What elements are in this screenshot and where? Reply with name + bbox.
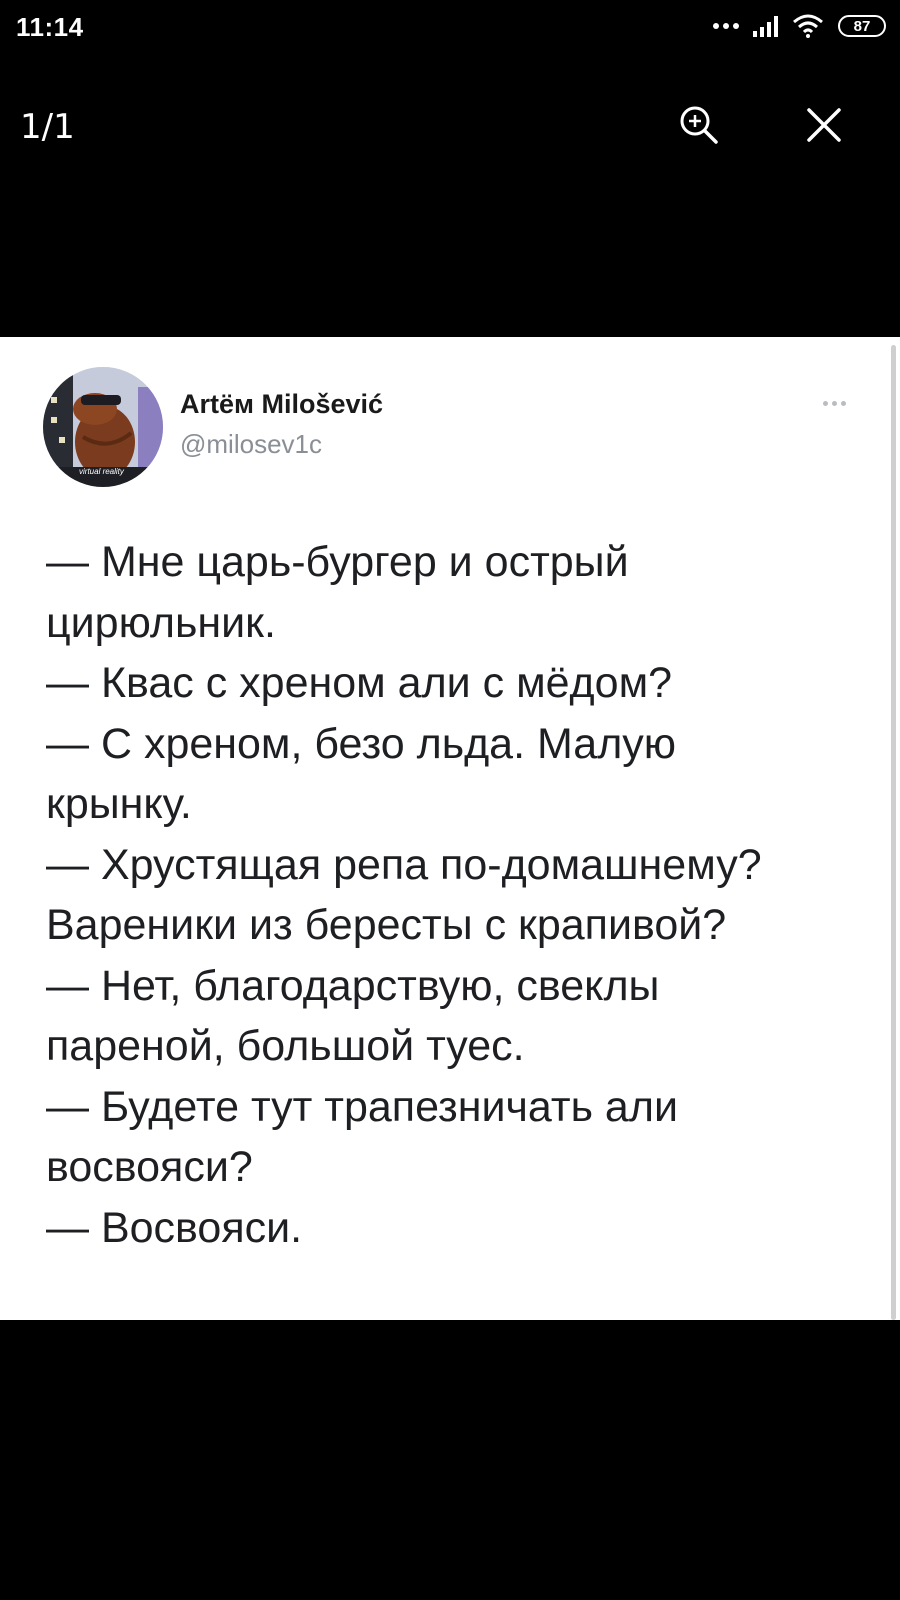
scroll-indicator xyxy=(891,345,896,1320)
close-button[interactable] xyxy=(800,101,848,149)
tweet-line: — Хрустящая репа по-домашнему? xyxy=(46,840,762,889)
tweet-line: — Мне царь-бургер и острый xyxy=(46,538,629,586)
battery-icon: 87 xyxy=(838,15,886,37)
tweet-line: Вареники из бересты с крапивой? xyxy=(46,901,727,949)
close-icon xyxy=(807,108,841,142)
viewer-toolbar: 1/1 xyxy=(0,95,900,165)
tweet-text: — Мне царь-бургер и острый цирюльник. — … xyxy=(46,532,876,1258)
page-counter: 1/1 xyxy=(20,107,75,147)
wifi-icon xyxy=(793,14,823,38)
tweet-line: — Будете тут трапезничать али xyxy=(46,1082,678,1131)
status-bar: 11:14 87 xyxy=(0,0,900,60)
more-options-icon xyxy=(823,401,846,406)
tweet-line: пареной, большой туес. xyxy=(46,1022,525,1070)
battery-level: 87 xyxy=(853,17,871,35)
tweet-line: — Нет, благодарствую, свеклы xyxy=(46,961,660,1010)
tweet-line: крынку. xyxy=(46,780,192,828)
zoom-button[interactable] xyxy=(675,101,723,149)
author-handle: @milosev1c xyxy=(180,429,322,459)
tweet-line: цирюльник. xyxy=(46,598,276,647)
zoom-in-icon xyxy=(680,106,718,144)
image-viewer-screen: 11:14 87 1/1 virtual reality Artём Miloš… xyxy=(0,0,900,1600)
tweet-image[interactable]: virtual reality Artём Milošević @milosev… xyxy=(0,337,900,1320)
cellular-signal-icon xyxy=(753,15,778,37)
tweet-line: — Восвояси. xyxy=(46,1203,303,1252)
tweet-line: восвояси? xyxy=(46,1143,253,1191)
avatar-caption: virtual reality xyxy=(79,467,124,476)
avatar: virtual reality xyxy=(43,367,163,487)
signal-dots-icon xyxy=(713,23,739,29)
status-time: 11:14 xyxy=(16,12,84,42)
tweet-line: — Квас с хреном али с мёдом? xyxy=(46,659,673,707)
status-icons: 87 xyxy=(713,14,886,38)
author-name: Artём Milošević xyxy=(180,389,384,419)
tweet-line: — С хреном, безо льда. Малую xyxy=(46,719,677,768)
